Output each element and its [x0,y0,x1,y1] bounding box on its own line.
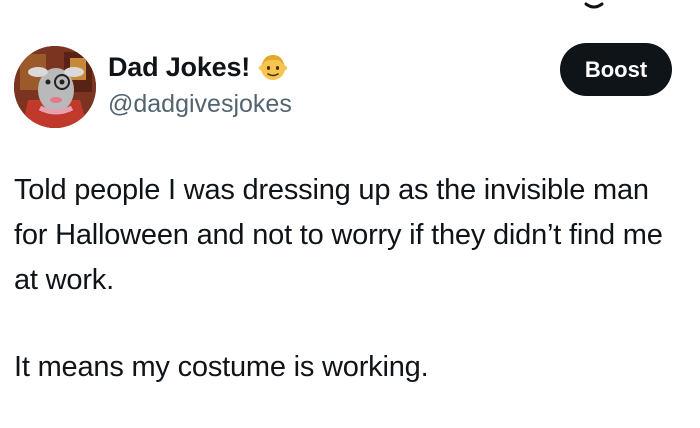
post-header: Dad Jokes! @dadgivesjokes Boost [14,43,686,134]
post-paragraph-2: It means my costume is working. [14,351,429,383]
top-bar-remnant [0,0,700,14]
author-handle[interactable]: @dadgivesjokes [108,88,292,120]
post-text: Told people I was dressing up as the inv… [14,168,686,390]
more-options-icon[interactable] [582,0,606,12]
post-paragraph-1: Told people I was dressing up as the inv… [14,174,663,296]
author-display-name[interactable]: Dad Jokes! [108,50,250,84]
goat-avatar-icon [14,46,96,128]
man-face-emoji-icon [258,55,288,80]
author-info: Dad Jokes! @dadgivesjokes [108,50,292,120]
author-avatar[interactable] [14,46,96,128]
name-row: Dad Jokes! [108,50,292,84]
back-arrow-icon[interactable] [18,0,32,8]
boost-button[interactable]: Boost [560,43,672,96]
